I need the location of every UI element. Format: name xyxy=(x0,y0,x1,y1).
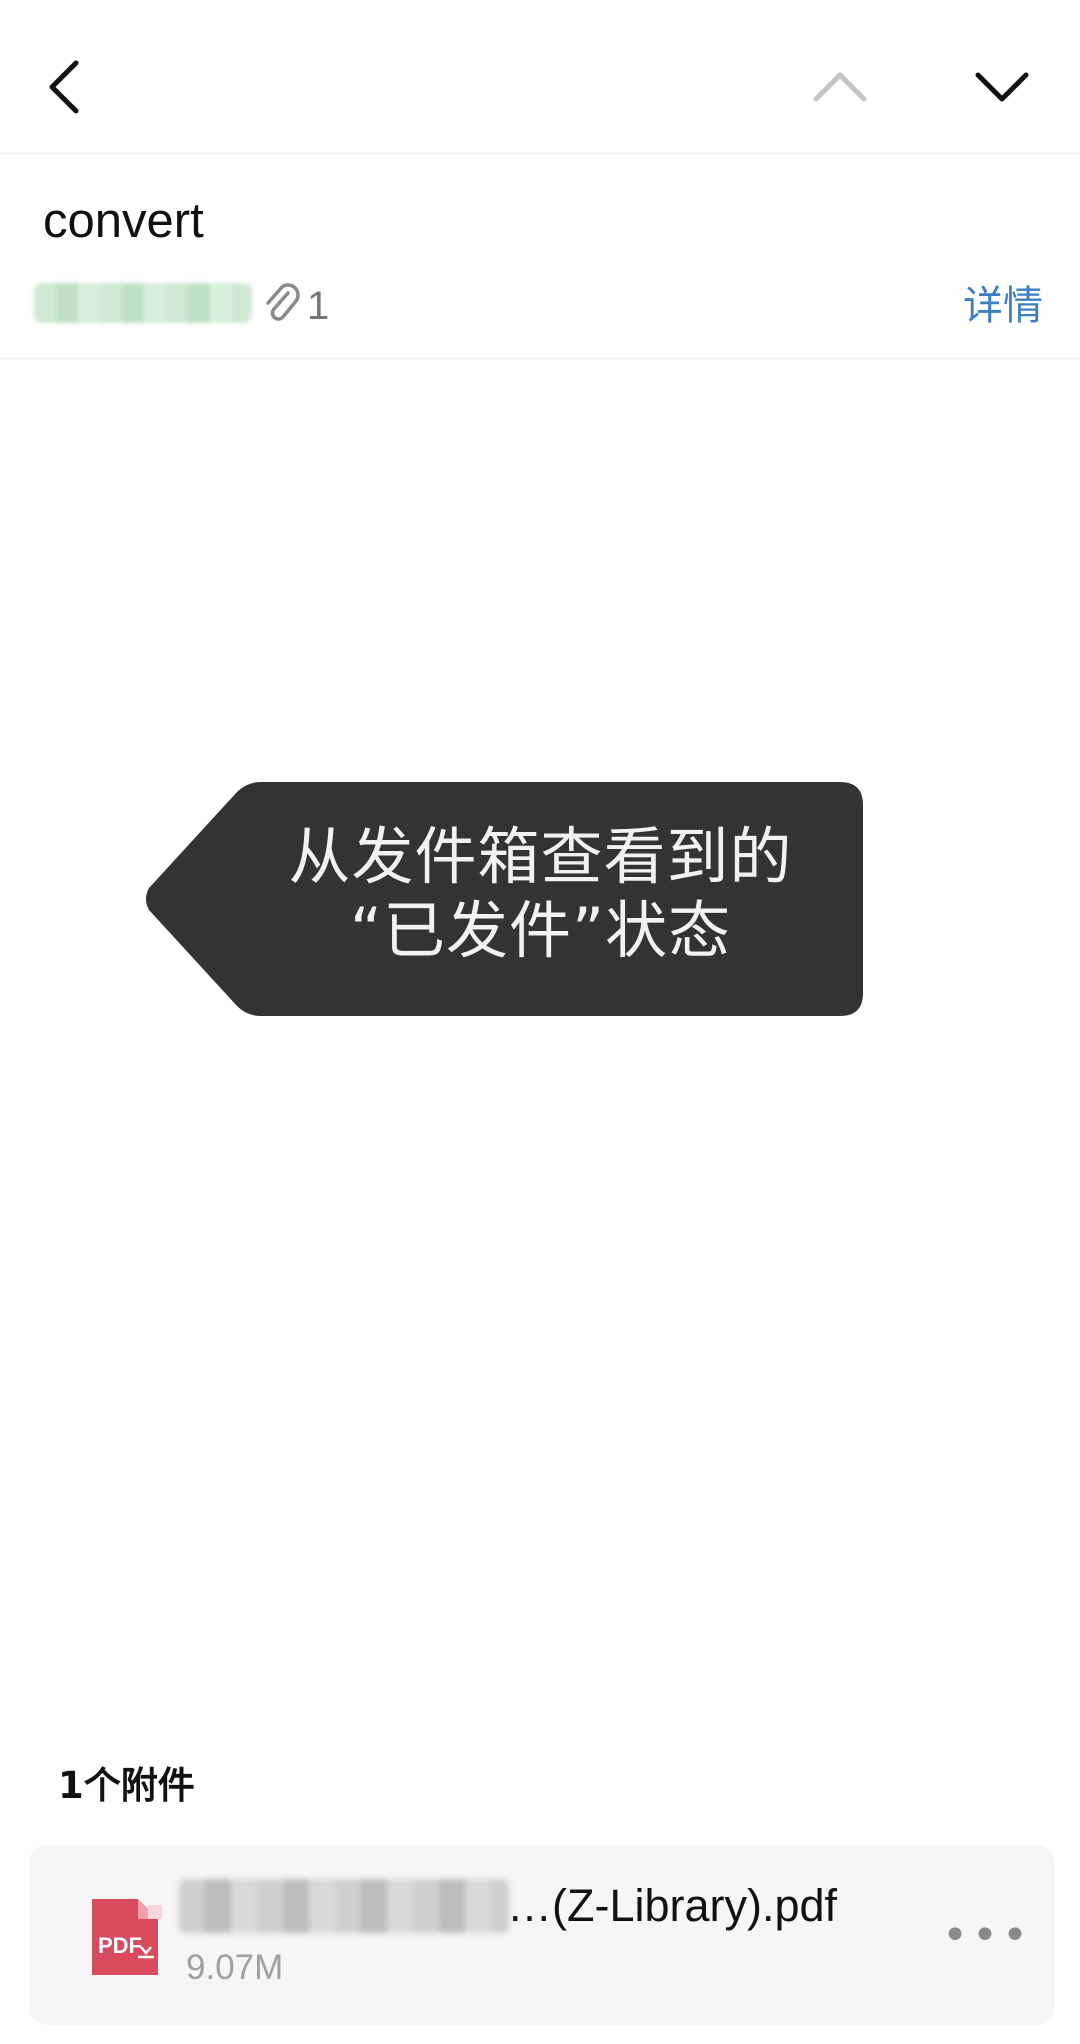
chevron-down-icon xyxy=(975,72,1029,102)
chevron-up-icon xyxy=(813,72,867,102)
attachment-count: 1 xyxy=(307,284,330,328)
svg-text:PDF: PDF xyxy=(98,1933,142,1958)
attachment-file-name: …(Z-Library).pdf xyxy=(507,1880,838,1931)
more-options-button[interactable]: ••• xyxy=(942,1905,1028,1965)
callout-line-1: 从发件箱查看到的 xyxy=(288,820,793,893)
chevron-left-icon xyxy=(49,60,79,114)
top-nav-bar xyxy=(0,0,1080,154)
next-message-button[interactable] xyxy=(962,47,1042,127)
paperclip-icon xyxy=(266,283,300,321)
attachment-file-size: 9.07M xyxy=(186,1948,284,1987)
more-dots-icon: ••• xyxy=(942,1909,1032,1961)
message-header: convert 1 详情 xyxy=(0,155,1080,359)
attachment-item[interactable]: PDF …(Z-Library).pdf 9.07M ••• xyxy=(29,1845,1055,2025)
file-name-redacted xyxy=(179,1879,509,1933)
previous-message-button[interactable] xyxy=(800,47,880,127)
pdf-file-icon: PDF xyxy=(92,1899,162,1975)
callout-line-2: “已发件”状态 xyxy=(349,894,732,967)
attachments-heading: 1个附件 xyxy=(58,1764,195,1807)
back-button[interactable] xyxy=(24,47,104,127)
message-subject: convert xyxy=(43,194,204,248)
annotation-callout: 从发件箱查看到的 “已发件”状态 xyxy=(143,782,863,1016)
sender-name-redacted[interactable] xyxy=(34,283,252,323)
email-detail-screen: convert 1 详情 从发件箱查看到的 “已发件”状态 1个附件 PDF …… xyxy=(0,0,1080,2044)
details-link[interactable]: 详情 xyxy=(963,279,1043,333)
